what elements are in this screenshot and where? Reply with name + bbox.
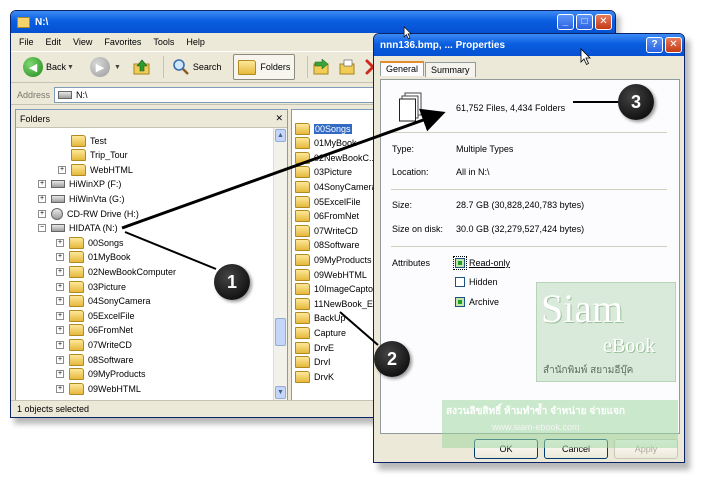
callout-1-leader (124, 231, 217, 270)
callout-2-leader (339, 311, 379, 346)
callout-1: 1 (214, 264, 250, 300)
callout-2: 2 (374, 341, 410, 377)
arrow-to-summary (121, 108, 446, 230)
annotation-arrows (121, 101, 620, 346)
callout-3: 3 (618, 84, 654, 120)
